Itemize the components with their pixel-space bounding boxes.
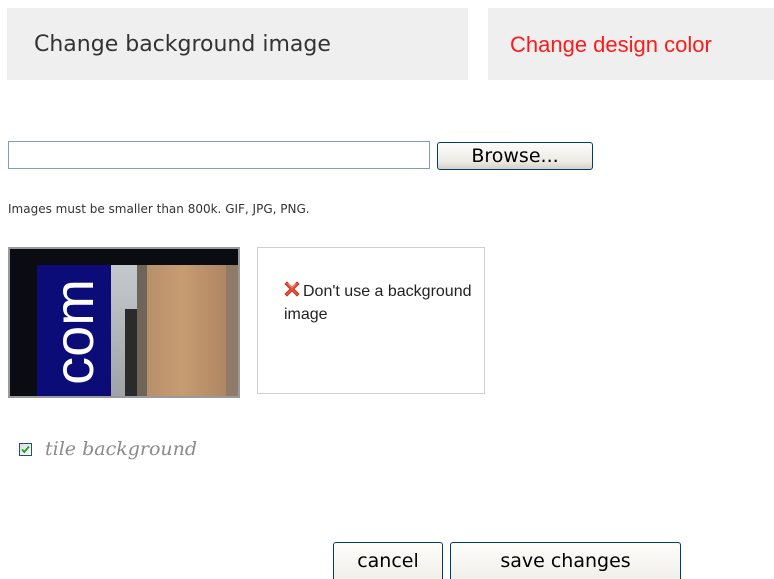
checkmark-icon [21, 445, 30, 454]
thumb-top-strip [10, 249, 238, 265]
thumb-sign-text: com [36, 265, 112, 396]
save-changes-button[interactable]: save changes [450, 542, 681, 579]
thumb-sign-lettering: com [42, 278, 106, 385]
tab-change-design-color[interactable]: Change design color [488, 8, 774, 80]
upload-hint: Images must be smaller than 800k. GIF, J… [8, 202, 310, 216]
file-path-input[interactable] [8, 141, 430, 169]
tab-change-background-image[interactable]: Change background image [7, 8, 468, 80]
thumb-dark-edge [10, 249, 37, 396]
tab-label: Change design color [510, 32, 712, 57]
thumb-wall-edge [226, 265, 238, 396]
browse-button[interactable]: Browse... [437, 142, 593, 170]
tile-background-checkbox[interactable] [19, 443, 32, 456]
no-background-label: Don't use a background image [284, 283, 472, 323]
tab-label: Change background image [34, 32, 331, 57]
background-settings-panel: Change background image Change design co… [0, 0, 774, 579]
cancel-button[interactable]: cancel [333, 542, 443, 579]
thumb-room-scene [111, 265, 238, 396]
background-image-thumbnail[interactable]: com [8, 247, 240, 398]
no-background-option[interactable]: Don't use a background image [257, 247, 485, 394]
thumb-doorframe [125, 309, 137, 396]
tile-background-label[interactable]: tile background [45, 438, 197, 460]
thumb-shadow [137, 265, 147, 396]
